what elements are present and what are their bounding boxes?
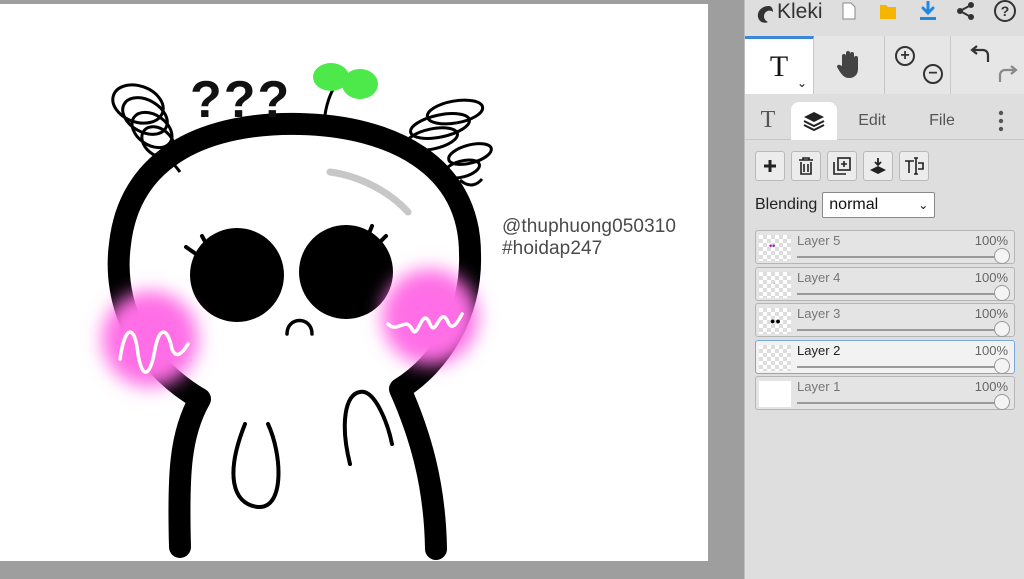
left-blush: [102, 291, 198, 387]
layer-name: Layer 5: [797, 233, 841, 248]
tool-row: T ⌄ + −: [745, 36, 1024, 94]
layer-opacity: 100%: [974, 379, 1008, 395]
tab-text-icon: T: [760, 107, 776, 133]
layer-thumbnail: ••: [759, 235, 791, 261]
layer-toolbar: [755, 151, 929, 181]
opacity-slider-track[interactable]: [797, 292, 1002, 295]
save-icon[interactable]: [877, 0, 899, 22]
tab-edit[interactable]: Edit: [837, 102, 907, 140]
opacity-slider-handle[interactable]: [994, 357, 1010, 374]
opacity-slider-handle[interactable]: [994, 248, 1010, 264]
zoom-out-icon[interactable]: −: [923, 64, 943, 84]
tab-file[interactable]: File: [907, 102, 977, 140]
tab-layers[interactable]: [791, 101, 837, 140]
side-panel: Kleki ? T ⌄ + − T Edit File Blending nor…: [744, 0, 1024, 579]
layer-opacity: 100%: [974, 233, 1008, 248]
kleki-logo-icon: [757, 6, 773, 23]
watermark-username: @thuphuong050310: [502, 216, 677, 237]
duplicate-layer-icon[interactable]: [827, 151, 857, 181]
zoom-in-icon[interactable]: +: [895, 46, 915, 66]
layer-opacity: 100%: [974, 306, 1008, 322]
tab-text[interactable]: T: [745, 102, 791, 140]
layer-opacity: 100%: [974, 342, 1008, 358]
layer-item[interactable]: · Layer 4 100%: [755, 266, 1015, 301]
delete-layer-icon[interactable]: [791, 151, 821, 181]
share-icon[interactable]: [955, 0, 977, 22]
kleki-logo[interactable]: Kleki: [755, 0, 823, 30]
layer-list: •• Layer 5 100% · Layer 4 100% ●● Layer …: [755, 230, 1015, 413]
right-eye: [299, 225, 393, 319]
help-glyph: ?: [994, 0, 1016, 22]
opacity-slider-track[interactable]: [797, 402, 1002, 405]
layer-thumbnail: ●●: [759, 308, 791, 335]
chevron-down-icon: ⌄: [918, 198, 929, 212]
chevron-down-icon[interactable]: ⌄: [797, 76, 807, 90]
layer-name: Layer 2: [797, 342, 841, 358]
right-blush: [382, 269, 478, 365]
hand-tool-button[interactable]: [814, 36, 885, 94]
layer-thumbnail: [759, 344, 791, 371]
hand-icon: [836, 51, 858, 78]
add-layer-icon[interactable]: [755, 151, 785, 181]
new-image-icon[interactable]: [841, 0, 857, 22]
layer-item[interactable]: Layer 1 100%: [755, 376, 1015, 411]
download-icon[interactable]: [917, 0, 939, 22]
merge-layer-icon[interactable]: [863, 151, 893, 181]
panel-tabs: T Edit File: [745, 101, 1024, 140]
layer-item[interactable]: ●● Layer 3 100%: [755, 303, 1015, 338]
opacity-slider-handle[interactable]: [994, 284, 1010, 301]
layer-item[interactable]: •• Layer 5 100%: [755, 230, 1015, 264]
layer-name: Layer 4: [797, 269, 841, 285]
redo-icon[interactable]: [995, 64, 1019, 86]
blending-label: Blending: [755, 196, 818, 213]
canvas-workspace[interactable]: ??? @thuphuong050310 #hoidap247: [0, 0, 744, 579]
history-controls: [951, 36, 1024, 94]
text-tool-icon: T: [769, 49, 789, 83]
more-options-icon[interactable]: [977, 102, 1024, 140]
text-tool-button[interactable]: T ⌄: [745, 36, 814, 94]
drawing-canvas[interactable]: ??? @thuphuong050310 #hoidap247: [0, 4, 708, 561]
opacity-slider-track[interactable]: [797, 329, 1002, 332]
zoom-controls: + −: [885, 36, 951, 94]
layers-icon: [803, 111, 825, 131]
app-name: Kleki: [777, 0, 823, 23]
watermark-hashtag: #hoidap247: [502, 238, 603, 259]
blending-select[interactable]: normal ⌄: [822, 192, 936, 218]
undo-icon[interactable]: [969, 44, 993, 66]
drawing-artwork: [102, 63, 493, 560]
opacity-slider-track[interactable]: [797, 256, 1002, 258]
rename-layer-icon[interactable]: [899, 151, 929, 181]
opacity-slider-handle[interactable]: [994, 321, 1010, 338]
blending-row: Blending normal ⌄: [755, 192, 936, 218]
layer-name: Layer 3: [797, 306, 841, 322]
layer-thumbnail: ·: [759, 271, 791, 298]
top-bar: Kleki ?: [745, 0, 1024, 30]
layer-opacity: 100%: [974, 269, 1008, 285]
layer-item-active[interactable]: Layer 2 100%: [755, 339, 1015, 374]
opacity-slider-track[interactable]: [797, 365, 1002, 368]
opacity-slider-handle[interactable]: [994, 394, 1010, 411]
question-marks: ???: [190, 71, 292, 129]
layer-name: Layer 1: [797, 379, 841, 395]
blending-value: normal: [829, 196, 879, 213]
help-icon[interactable]: ?: [993, 0, 1017, 22]
layer-thumbnail: [759, 381, 791, 408]
